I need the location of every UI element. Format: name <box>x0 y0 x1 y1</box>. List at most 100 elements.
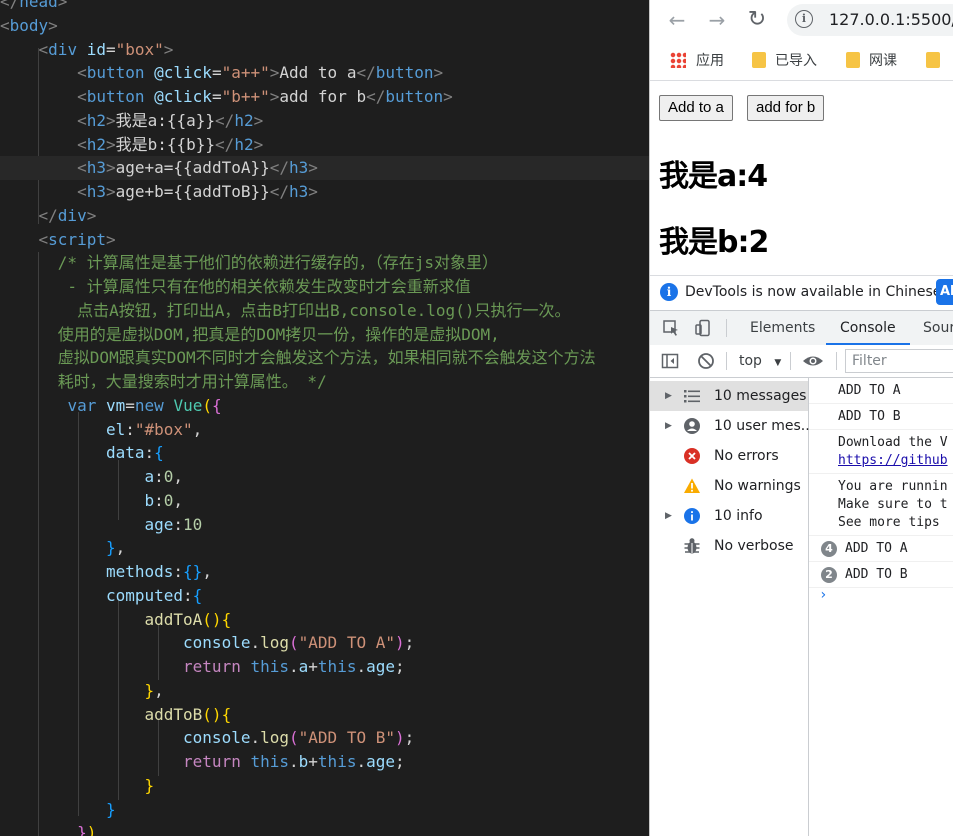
code-token: . <box>356 657 367 676</box>
tab-console[interactable]: Console <box>826 311 910 345</box>
code-token: . <box>289 657 299 676</box>
code-token: h3 <box>289 158 309 178</box>
code-token: < <box>77 110 87 130</box>
code-token: ) <box>394 633 405 653</box>
address-bar[interactable]: i 127.0.0.1:5500/ <box>787 4 953 36</box>
code-token: h3 <box>86 182 106 201</box>
code-token: = <box>105 39 116 59</box>
code-token: 我是a:{{a}} <box>115 110 216 130</box>
code-token: ) <box>394 728 405 748</box>
code-line: 耗时，大量搜索时才用计算属性。 */ <box>0 370 327 394</box>
code-token: add for b <box>279 87 367 106</box>
code-token: return <box>183 752 241 771</box>
banner-action-button[interactable]: Al <box>936 279 953 305</box>
inspect-element-icon[interactable] <box>662 319 680 337</box>
reload-icon[interactable]: ↻ <box>744 7 770 33</box>
code-token: this <box>317 752 357 771</box>
code-token: : <box>154 467 164 486</box>
console-link[interactable]: https://github <box>838 452 948 470</box>
chevron-down-icon: ▼ <box>774 358 782 368</box>
code-token: < <box>77 134 87 154</box>
banner-message: DevTools is now available in Chinese! <box>685 284 947 300</box>
code-token: > <box>105 134 116 154</box>
back-arrow-icon[interactable]: ← <box>664 7 690 33</box>
code-token: > <box>86 205 97 225</box>
browser-window: ← → ↻ i 127.0.0.1:5500/ 应用 已导入 网课 Add to… <box>649 0 953 836</box>
folder-icon <box>926 52 940 68</box>
context-label: top <box>739 353 762 369</box>
forward-arrow-icon[interactable]: → <box>704 7 730 33</box>
divider <box>726 352 727 370</box>
sidebar-item-errors[interactable]: No errors <box>650 441 808 471</box>
folder-icon <box>846 52 860 68</box>
expand-arrow-icon[interactable]: ▶ <box>665 411 672 441</box>
bookmark-courses[interactable]: 网课 <box>846 51 897 71</box>
code-editor[interactable]: </head> <body> <div id="box"> <button @cl… <box>0 0 649 836</box>
code-token: age <box>366 657 395 676</box>
sidebar-item-info[interactable]: ▶ 10 info <box>650 501 808 531</box>
page-content: Add to a add for b 我是a:4 我是b:2 <box>650 81 953 275</box>
code-token: < <box>77 87 87 106</box>
site-info-icon[interactable]: i <box>795 10 813 28</box>
console-output[interactable]: ADD TO A ADD TO B Download the V https:/… <box>809 378 953 836</box>
console-message: You are runnin Make sure to t See more t… <box>809 474 953 536</box>
sidebar-toggle-icon[interactable] <box>661 352 679 370</box>
code-token: </ <box>0 0 20 11</box>
sidebar-item-user-messages[interactable]: ▶ 10 user mes... <box>650 411 814 441</box>
bookmark-folder[interactable] <box>926 51 949 71</box>
add-to-a-button[interactable]: Add to a <box>659 95 733 121</box>
expand-arrow-icon[interactable]: ▶ <box>665 501 672 531</box>
bookmark-apps[interactable]: 应用 <box>670 51 724 71</box>
code-token: () <box>202 609 222 629</box>
code-line: <button @click="a++">Add to a</button> <box>0 61 443 85</box>
code-token: h2 <box>86 134 106 154</box>
sidebar-item-label: No verbose <box>714 538 794 554</box>
sidebar-item-messages[interactable]: ▶ 10 messages <box>650 381 808 411</box>
sidebar-item-label: 10 info <box>714 508 763 524</box>
bookmark-imported[interactable]: 已导入 <box>752 51 817 71</box>
sidebar-item-warnings[interactable]: No warnings <box>650 471 808 501</box>
code-token: : <box>183 585 193 605</box>
code-line: /* 计算属性是基于他们的依赖进行缓存的，（存在js对象里） <box>0 251 498 275</box>
console-message: ADD TO B <box>809 404 953 430</box>
tab-sources[interactable]: Sour <box>923 311 953 345</box>
expand-arrow-icon[interactable]: ▶ <box>665 381 672 411</box>
code-token: = <box>211 63 222 83</box>
add-for-b-button[interactable]: add for b <box>747 95 825 121</box>
device-toolbar-icon[interactable] <box>694 319 712 337</box>
eye-icon[interactable] <box>802 352 824 370</box>
sidebar-item-verbose[interactable]: No verbose <box>650 531 808 561</box>
tab-elements[interactable]: Elements <box>750 311 815 345</box>
code-token: "#box" <box>134 419 193 439</box>
code-line: <script> <box>0 228 116 252</box>
code-token: a <box>144 467 155 486</box>
console-message: ADD TO A <box>809 378 953 404</box>
code-token: @click <box>154 63 212 83</box>
filter-input[interactable]: Filter <box>845 349 953 373</box>
code-token: ( <box>202 395 212 415</box>
code-token: > <box>253 110 264 130</box>
code-token: < <box>38 39 49 59</box>
bookmarks-bar: 应用 已导入 网课 <box>650 40 953 81</box>
code-token: > <box>163 39 174 59</box>
code-token: > <box>269 63 280 83</box>
code-token: 点击A按钮，打印出A，点击B打印出B,console.log()只执行一次。 <box>57 300 571 320</box>
code-token: : <box>144 443 155 463</box>
code-token: . <box>289 752 299 771</box>
code-token: { <box>211 395 222 415</box>
context-selector[interactable]: top ▼ <box>739 345 781 377</box>
code-token: b <box>298 752 309 771</box>
clear-console-icon[interactable] <box>697 352 715 370</box>
code-token: . <box>356 752 367 771</box>
console-prompt[interactable]: › <box>819 587 827 603</box>
